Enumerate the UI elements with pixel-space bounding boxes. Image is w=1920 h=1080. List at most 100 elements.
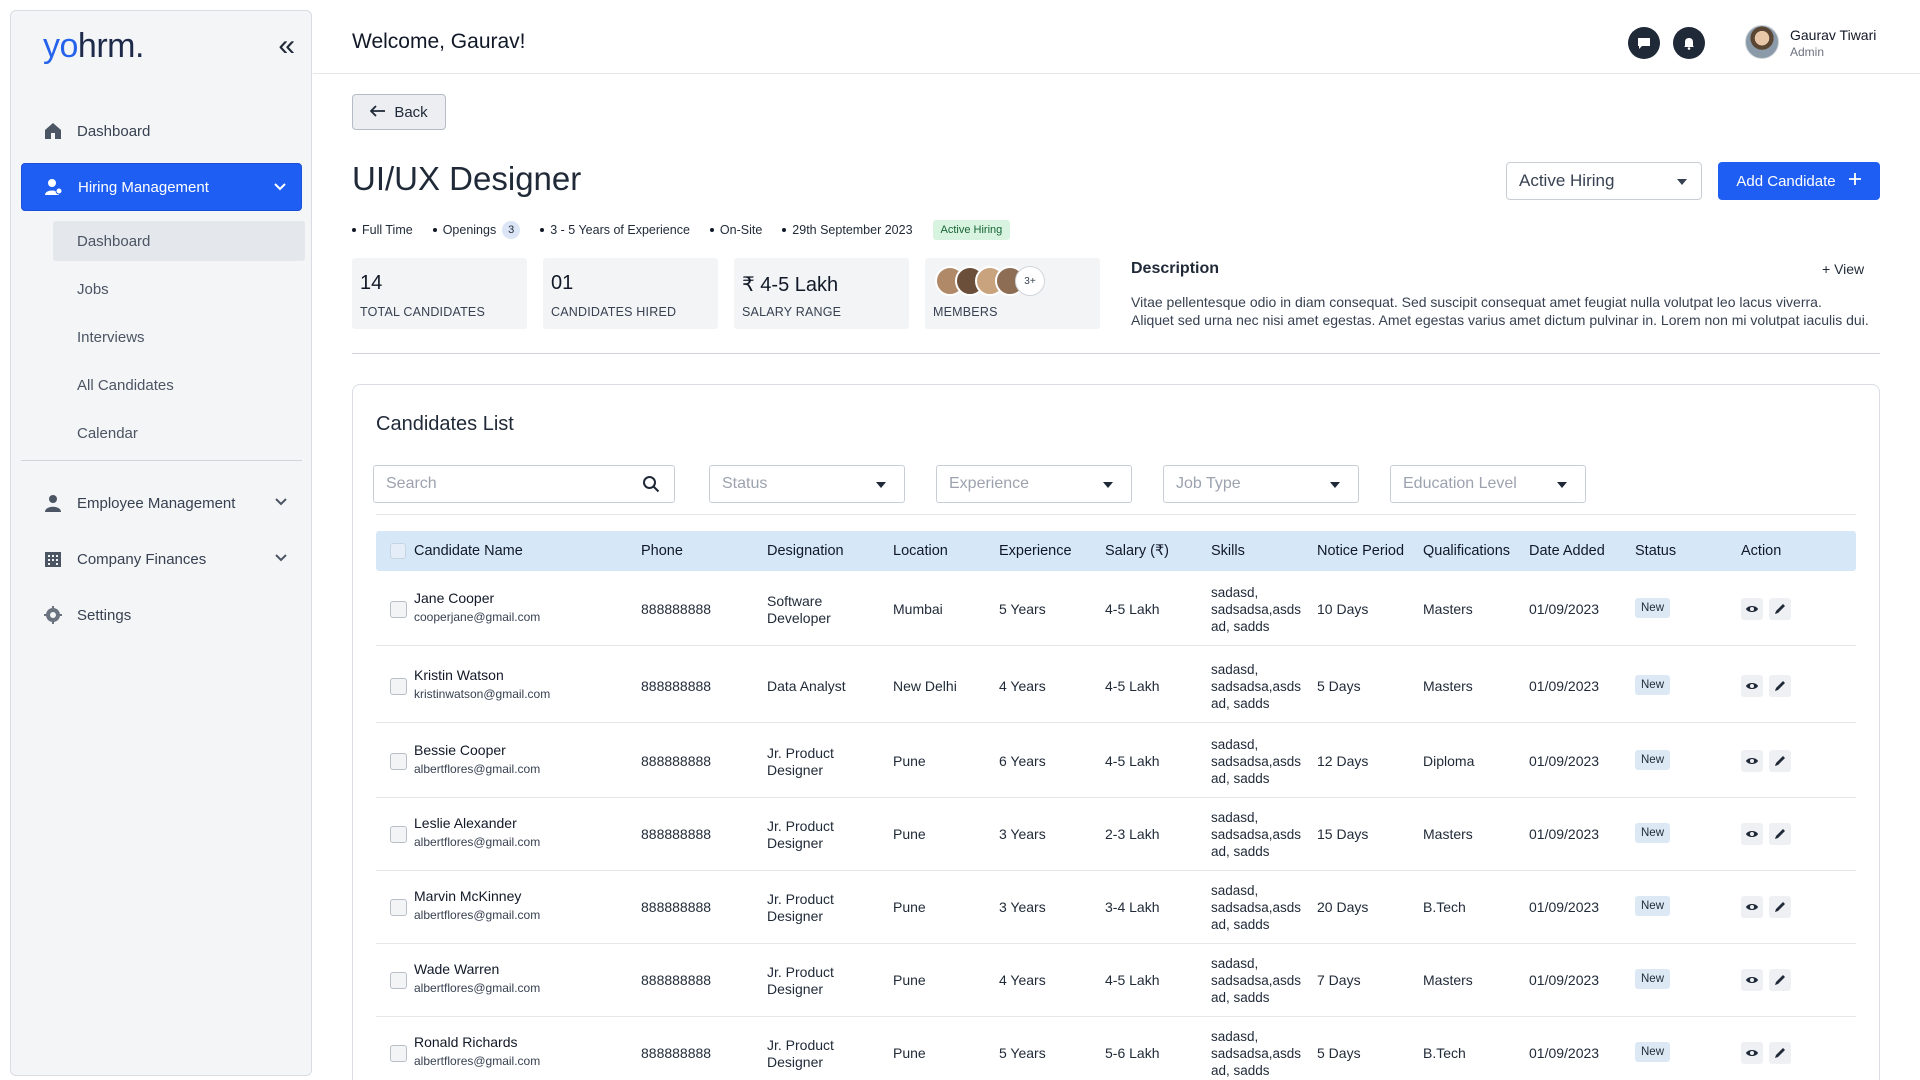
sidebar-item-settings[interactable]: Settings <box>21 591 302 639</box>
stat-members[interactable]: 3+ MEMBERS <box>925 258 1100 329</box>
edit-icon[interactable] <box>1769 675 1791 697</box>
candidate-cell[interactable]: Ronald Richards albertflores@gmail.com <box>414 1034 540 1068</box>
user-name: Gaurav Tiwari <box>1790 27 1877 43</box>
edit-icon[interactable] <box>1769 969 1791 991</box>
candidate-name[interactable]: Marvin McKinney <box>414 888 540 904</box>
candidate-name[interactable]: Bessie Cooper <box>414 742 540 758</box>
candidate-cell[interactable]: Kristin Watson kristinwatson@gmail.com <box>414 667 550 701</box>
location-cell: Pune <box>893 1045 926 1061</box>
table-row[interactable]: Marvin McKinney albertflores@gmail.com 888… <box>376 870 1856 944</box>
candidate-name[interactable]: Jane Cooper <box>414 590 540 606</box>
sidebar-item-company-finances[interactable]: Company Finances <box>21 535 302 583</box>
column-header[interactable]: Skills <box>1211 543 1245 559</box>
candidate-name[interactable]: Ronald Richards <box>414 1034 540 1050</box>
candidate-cell[interactable]: Jane Cooper cooperjane@gmail.com <box>414 590 540 624</box>
sidebar-item-hiring-management[interactable]: Hiring Management <box>21 163 302 211</box>
experience-filter[interactable]: Experience <box>936 465 1132 503</box>
job-type-filter[interactable]: Job Type <box>1163 465 1359 503</box>
column-header[interactable]: Location <box>893 543 948 559</box>
column-header[interactable]: Action <box>1741 543 1781 559</box>
members-more[interactable]: 3+ <box>1015 266 1045 296</box>
column-header[interactable]: Date Added <box>1529 543 1605 559</box>
table-row[interactable]: Ronald Richards albertflores@gmail.com 888… <box>376 1016 1856 1080</box>
education-level-filter[interactable]: Education Level <box>1390 465 1586 503</box>
edit-icon[interactable] <box>1769 750 1791 772</box>
column-header[interactable]: Phone <box>641 543 683 559</box>
messages-icon[interactable] <box>1628 27 1660 59</box>
status-cell: New <box>1635 598 1671 618</box>
candidate-cell[interactable]: Marvin McKinney albertflores@gmail.com <box>414 888 540 922</box>
sidebar-divider <box>21 460 302 461</box>
row-checkbox[interactable] <box>390 1045 407 1062</box>
view-icon[interactable] <box>1741 896 1763 918</box>
row-checkbox[interactable] <box>390 972 407 989</box>
view-icon[interactable] <box>1741 969 1763 991</box>
sidebar-item-label: Dashboard <box>77 122 151 140</box>
collapse-sidebar-icon[interactable]: « <box>278 31 295 61</box>
column-header[interactable]: Designation <box>767 543 844 559</box>
skills-cell: sadasd, sadsadsa,asds ad, sadds <box>1211 1029 1302 1078</box>
edit-icon[interactable] <box>1769 598 1791 620</box>
hiring-status-select[interactable]: Active Hiring <box>1506 162 1702 200</box>
phone-cell: 888888888 <box>641 899 712 915</box>
view-icon[interactable] <box>1741 675 1763 697</box>
edit-icon[interactable] <box>1769 1042 1791 1064</box>
row-checkbox[interactable] <box>390 601 407 618</box>
column-header[interactable]: Qualifications <box>1423 543 1510 559</box>
column-header[interactable]: Status <box>1635 543 1676 559</box>
add-candidate-button[interactable]: Add Candidate <box>1718 162 1880 200</box>
bell-icon[interactable] <box>1673 27 1705 59</box>
column-header[interactable]: Salary (₹) <box>1105 543 1169 559</box>
table-row[interactable]: Jane Cooper cooperjane@gmail.com 888888888… <box>376 572 1856 646</box>
status-cell: New <box>1635 896 1671 916</box>
edit-icon[interactable] <box>1769 896 1791 918</box>
candidate-cell[interactable]: Leslie Alexander albertflores@gmail.com <box>414 815 540 849</box>
sidebar-item-dashboard[interactable]: Dashboard <box>21 107 302 155</box>
view-icon[interactable] <box>1741 598 1763 620</box>
location-cell: Pune <box>893 899 926 915</box>
column-header[interactable]: Notice Period <box>1317 543 1404 559</box>
status-filter[interactable]: Status <box>709 465 905 503</box>
select-all-checkbox[interactable] <box>390 543 406 559</box>
filter-divider <box>376 514 1856 515</box>
notice-period-cell: 10 Days <box>1317 601 1369 617</box>
qualification-cell: Masters <box>1423 972 1473 988</box>
sub-item-all-candidates[interactable]: All Candidates <box>53 365 305 405</box>
logo[interactable]: yohrm. <box>43 27 144 66</box>
home-icon <box>43 121 63 141</box>
row-checkbox[interactable] <box>390 753 407 770</box>
back-button[interactable]: Back <box>352 94 446 130</box>
job-meta: Full Time Openings 3 3 - 5 Years of Exper… <box>352 218 1011 242</box>
table-header: Candidate Name Phone Designation Locatio… <box>376 531 1856 571</box>
search-input[interactable]: Search <box>373 465 675 503</box>
view-icon[interactable] <box>1741 750 1763 772</box>
candidate-name[interactable]: Leslie Alexander <box>414 815 540 831</box>
sub-item-calendar[interactable]: Calendar <box>53 413 305 453</box>
row-checkbox[interactable] <box>390 826 407 843</box>
status-badge: New <box>1635 896 1671 916</box>
view-icon[interactable] <box>1741 823 1763 845</box>
candidate-cell[interactable]: Wade Warren albertflores@gmail.com <box>414 961 540 995</box>
table-row[interactable]: Kristin Watson kristinwatson@gmail.com 888… <box>376 649 1856 723</box>
status-badge: New <box>1635 750 1671 770</box>
candidate-name[interactable]: Kristin Watson <box>414 667 550 683</box>
table-row[interactable]: Leslie Alexander albertflores@gmail.com 88… <box>376 797 1856 871</box>
sub-item-jobs[interactable]: Jobs <box>53 269 305 309</box>
column-header[interactable]: Experience <box>999 543 1072 559</box>
table-row[interactable]: Wade Warren albertflores@gmail.com 8888888… <box>376 943 1856 1017</box>
phone-cell: 888888888 <box>641 678 712 694</box>
avatar[interactable] <box>1745 25 1779 59</box>
candidate-name[interactable]: Wade Warren <box>414 961 540 977</box>
sub-item-dashboard[interactable]: Dashboard <box>53 221 305 261</box>
view-description-link[interactable]: + View <box>1822 261 1864 277</box>
table-row[interactable]: Bessie Cooper albertflores@gmail.com 88888… <box>376 724 1856 798</box>
sub-item-interviews[interactable]: Interviews <box>53 317 305 357</box>
search-icon[interactable] <box>642 475 660 498</box>
view-icon[interactable] <box>1741 1042 1763 1064</box>
sidebar-item-employee-management[interactable]: Employee Management <box>21 479 302 527</box>
row-checkbox[interactable] <box>390 899 407 916</box>
candidate-cell[interactable]: Bessie Cooper albertflores@gmail.com <box>414 742 540 776</box>
row-checkbox[interactable] <box>390 678 407 695</box>
column-header[interactable]: Candidate Name <box>414 543 523 559</box>
edit-icon[interactable] <box>1769 823 1791 845</box>
